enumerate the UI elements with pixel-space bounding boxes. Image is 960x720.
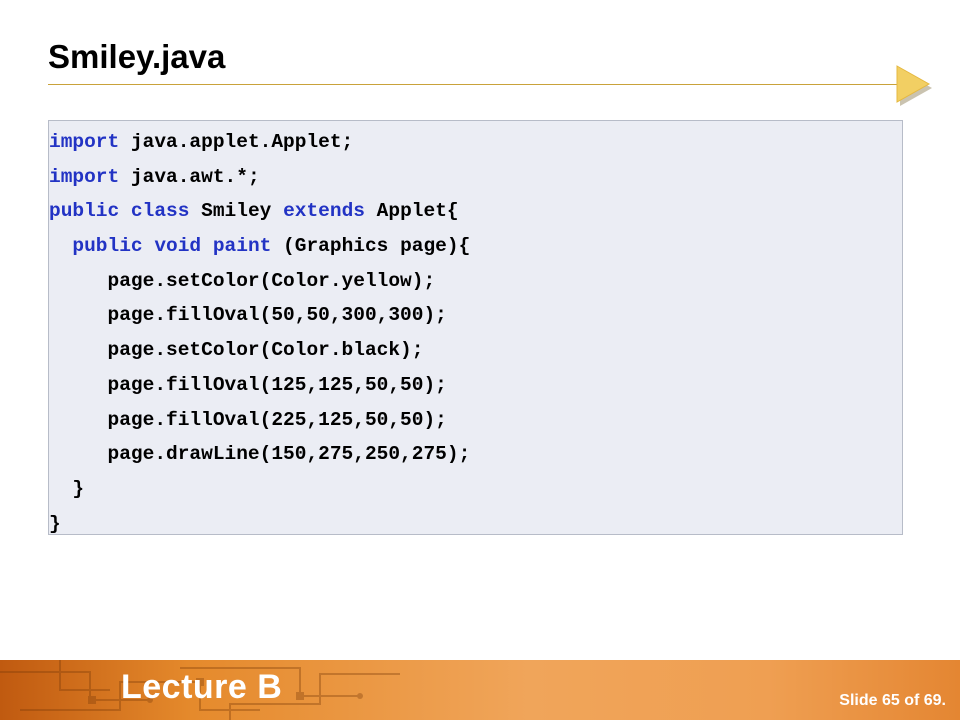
code-line: page.fillOval(125,125,50,50); [49, 368, 902, 403]
code-text: page.fillOval(125,125,50,50); [49, 373, 447, 396]
slide-title: Smiley.java [48, 38, 226, 75]
code-keyword: public [49, 200, 120, 223]
code-text: page.fillOval(225,125,50,50); [49, 408, 447, 431]
code-text: java.applet.Applet; [119, 131, 354, 153]
title-rule [48, 84, 906, 85]
code-keyword: class [130, 200, 190, 223]
code-text: Applet{ [364, 200, 459, 223]
code-line: import java.awt.*; [49, 160, 902, 195]
code-line: } [49, 507, 902, 542]
slide-number: Slide 65 of 69. [839, 692, 946, 709]
code-keyword: import [49, 165, 120, 188]
code-text: } [49, 512, 61, 535]
code-line: import java.applet.Applet; [49, 125, 902, 160]
code-keyword: public [72, 235, 143, 258]
code-line: public void paint (Graphics page){ [49, 229, 902, 264]
code-line: page.setColor(Color.black); [49, 333, 902, 368]
code-keyword: paint [212, 235, 272, 258]
code-text: Smiley [189, 200, 284, 223]
code-line: public class Smiley extends Applet{ [49, 194, 902, 229]
play-arrow-icon [896, 65, 932, 106]
code-text: java.awt.*; [119, 165, 260, 188]
code-text: page.drawLine(150,275,250,275); [49, 443, 471, 466]
footer-bar: Lecture B Slide 65 of 69. [0, 660, 960, 720]
code-text: } [49, 477, 85, 500]
code-text: page.setColor(Color.black); [49, 339, 424, 362]
code-line: page.fillOval(225,125,50,50); [49, 403, 902, 438]
code-keyword: void [154, 235, 202, 258]
code-line: page.drawLine(150,275,250,275); [49, 437, 902, 472]
code-keyword: extends [283, 200, 365, 223]
code-text: (Graphics page){ [271, 235, 471, 258]
lecture-label: Lecture B [121, 668, 283, 706]
code-block: import java.applet.Applet; import java.aw… [48, 120, 903, 535]
code-text: page.fillOval(50,50,300,300); [49, 304, 447, 327]
code-text: page.setColor(Color.yellow); [49, 269, 436, 292]
code-line: page.fillOval(50,50,300,300); [49, 298, 902, 333]
code-keyword: import [49, 131, 120, 153]
code-line: page.setColor(Color.yellow); [49, 264, 902, 299]
code-line: } [49, 472, 902, 507]
